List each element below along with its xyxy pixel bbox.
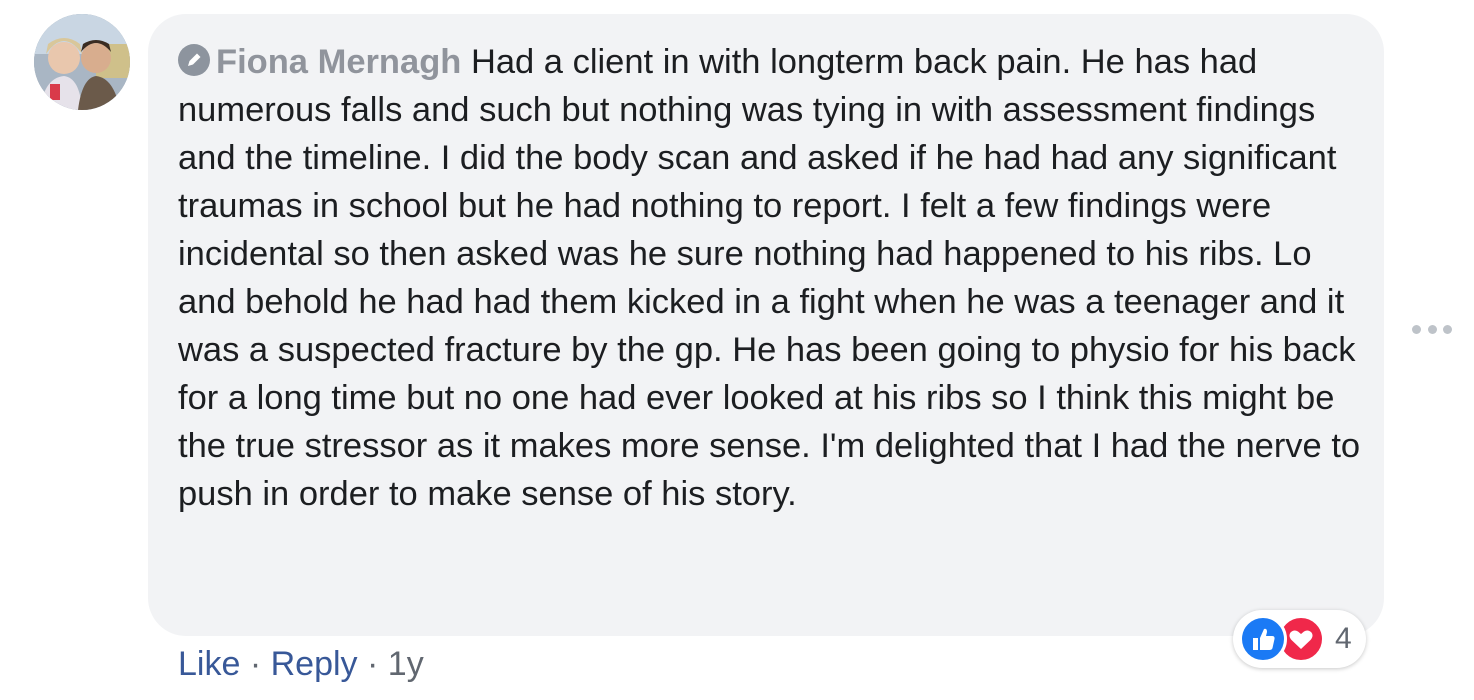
comment-body: Fiona Mernagh Had a client in with longt… (178, 38, 1364, 518)
reactions-summary[interactable]: 4 (1233, 610, 1366, 668)
reply-link[interactable]: Reply (271, 645, 358, 683)
avatar-photo (34, 14, 130, 110)
reaction-count: 4 (1335, 622, 1352, 655)
more-options-icon[interactable] (1412, 320, 1452, 338)
avatar[interactable] (34, 14, 130, 110)
separator: · (249, 645, 262, 683)
like-icon (1239, 615, 1287, 663)
edit-badge-icon (178, 44, 210, 76)
like-link[interactable]: Like (178, 645, 240, 683)
author-link[interactable]: Fiona Mernagh (178, 43, 461, 81)
comment-text: Had a client in with longterm back pain.… (178, 43, 1361, 513)
author-name[interactable]: Fiona Mernagh (216, 43, 461, 81)
timestamp[interactable]: 1y (388, 645, 424, 683)
separator: · (367, 645, 379, 683)
comment: Fiona Mernagh Had a client in with longt… (0, 0, 1474, 700)
comment-actions: Like · Reply · 1y (178, 640, 424, 688)
